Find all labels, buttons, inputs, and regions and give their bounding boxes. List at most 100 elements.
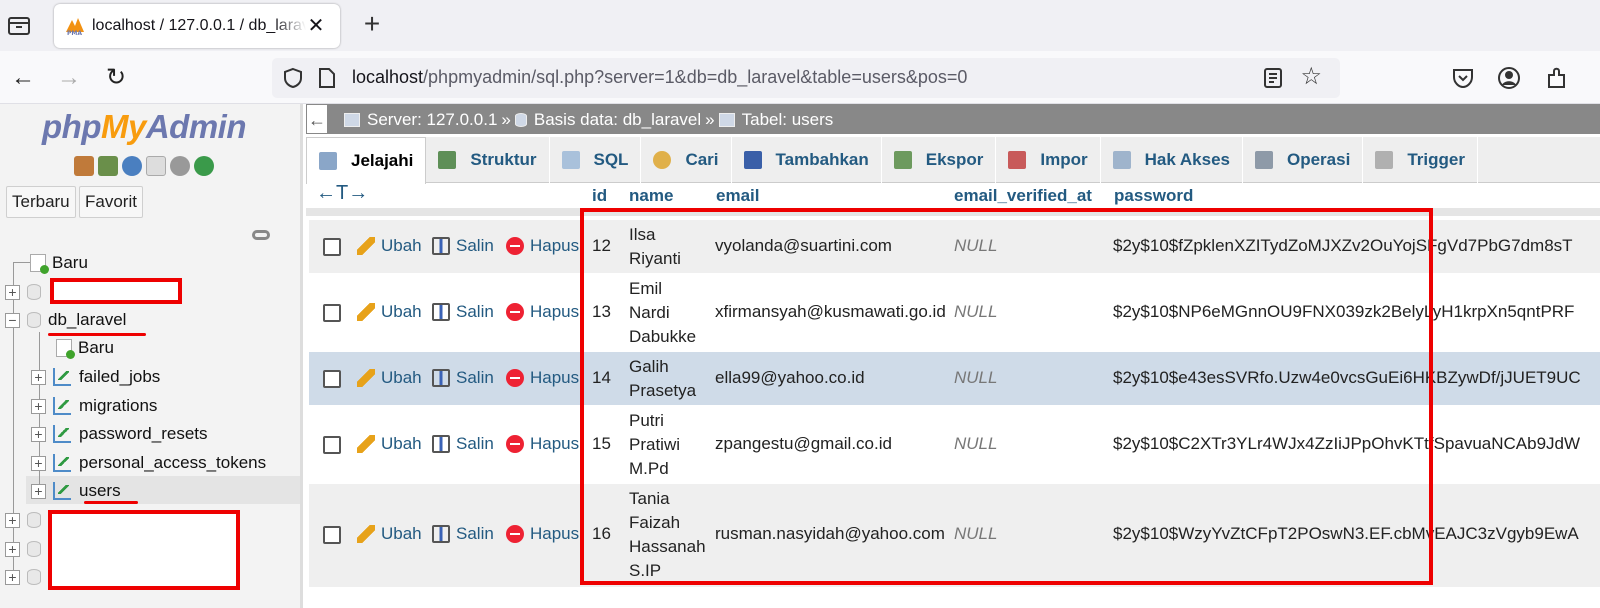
expand-icon[interactable]: +	[31, 426, 46, 442]
forward-arrow-icon[interactable]: →	[56, 65, 82, 91]
delete-link[interactable]: Hapus	[506, 434, 579, 454]
breadcrumb-database[interactable]: Basis data: db_laravel	[534, 110, 701, 130]
tab-sql[interactable]: SQL	[550, 137, 642, 183]
delete-link[interactable]: Hapus	[506, 524, 579, 544]
bookmark-star-icon[interactable]: ☆	[1300, 65, 1322, 89]
new-tab-button[interactable]: +	[358, 10, 386, 38]
reader-view-icon[interactable]	[1262, 67, 1284, 89]
help-icon[interactable]	[122, 156, 142, 176]
row-checkbox[interactable]	[323, 436, 341, 454]
tree-item-table[interactable]: + failed_jobs	[31, 364, 160, 390]
delete-link[interactable]: Hapus	[506, 302, 579, 322]
edit-link[interactable]: Ubah	[357, 236, 422, 256]
tab-browse[interactable]: Jelajahi	[306, 137, 427, 184]
tree-item-table[interactable]: + migrations	[31, 393, 157, 419]
column-header-id[interactable]: id	[592, 186, 607, 206]
copy-link[interactable]: Salin	[432, 302, 494, 322]
copy-label: Salin	[456, 524, 494, 543]
table-label: personal_access_tokens	[79, 453, 267, 472]
breadcrumb-table[interactable]: Tabel: users	[742, 110, 834, 130]
expand-icon[interactable]: +	[31, 369, 46, 385]
settings-gear-icon[interactable]	[170, 156, 190, 176]
column-arrows[interactable]: ←T→	[316, 182, 368, 205]
tab-operations[interactable]: Operasi	[1243, 137, 1364, 183]
expand-icon[interactable]: +	[5, 569, 20, 585]
url-text[interactable]: localhost/phpmyadmin/sql.php?server=1&db…	[352, 67, 967, 88]
collapse-nav-button[interactable]: ←	[306, 104, 328, 134]
tree-item-table[interactable]: + password_resets	[31, 421, 208, 447]
tab-list-icon[interactable]	[6, 12, 32, 38]
expand-icon[interactable]: +	[5, 284, 20, 300]
home-icon[interactable]	[74, 156, 94, 176]
logout-icon[interactable]	[98, 156, 118, 176]
column-header-name[interactable]: name	[629, 186, 673, 206]
tab-search[interactable]: Cari	[641, 137, 732, 183]
row-checkbox[interactable]	[323, 370, 341, 388]
account-icon[interactable]	[1496, 65, 1522, 91]
copy-link[interactable]: Salin	[432, 368, 494, 388]
cell-verified: NULL	[954, 524, 998, 543]
column-header-password[interactable]: password	[1114, 186, 1193, 206]
edit-link[interactable]: Ubah	[357, 368, 422, 388]
phpmyadmin-logo[interactable]: phpMyAdmin	[42, 108, 247, 146]
tree-item-db-redacted[interactable]: +	[5, 507, 48, 533]
column-header-email[interactable]: email	[716, 186, 759, 206]
link-with-main-icon[interactable]	[252, 230, 270, 240]
delete-link[interactable]: Hapus	[506, 368, 579, 388]
reload-nav-icon[interactable]	[194, 156, 214, 176]
database-icon	[514, 113, 527, 127]
row-checkbox[interactable]	[323, 304, 341, 322]
extensions-icon[interactable]	[1544, 65, 1570, 91]
recent-button[interactable]: Terbaru	[6, 186, 76, 218]
row-checkbox[interactable]	[323, 238, 341, 256]
docs-icon[interactable]	[146, 156, 166, 176]
reload-icon[interactable]: ↻	[103, 65, 129, 91]
page-info-icon[interactable]	[318, 67, 336, 89]
tree-item-db-redacted[interactable]: +	[5, 279, 48, 305]
browser-tab-active[interactable]: PMA localhost / 127.0.0.1 / db_laravel ✕	[54, 4, 340, 48]
table-row: Ubah Salin Hapus 15 Putri Pratiwi M.Pd z…	[309, 405, 1600, 483]
tree-item-db-laravel[interactable]: − db_laravel	[5, 307, 126, 333]
delete-label: Hapus	[530, 434, 580, 453]
edit-link[interactable]: Ubah	[357, 302, 422, 322]
tab-close-icon[interactable]: ✕	[306, 16, 326, 36]
expand-icon[interactable]: +	[5, 512, 20, 528]
tree-item-table-new[interactable]: Baru	[56, 335, 114, 361]
tree-item-db-redacted[interactable]: +	[5, 536, 48, 562]
favorites-button[interactable]: Favorit	[79, 186, 143, 218]
tree-item-new[interactable]: Baru	[30, 250, 88, 276]
expand-icon[interactable]: +	[31, 455, 46, 471]
tab-privileges[interactable]: Hak Akses	[1101, 137, 1243, 183]
row-checkbox[interactable]	[323, 526, 341, 544]
expand-icon[interactable]: +	[31, 398, 46, 414]
column-header-email-verified-at[interactable]: email_verified_at	[954, 186, 1092, 206]
tab-label: Cari	[685, 150, 719, 169]
delete-link[interactable]: Hapus	[506, 236, 579, 256]
copy-link[interactable]: Salin	[432, 236, 494, 256]
tab-export[interactable]: Ekspor	[882, 137, 997, 183]
tracking-shield-icon[interactable]	[282, 67, 304, 89]
edit-link[interactable]: Ubah	[357, 434, 422, 454]
expand-icon[interactable]: +	[31, 483, 46, 499]
expand-icon[interactable]: +	[5, 541, 20, 557]
back-arrow-icon[interactable]: ←	[10, 65, 36, 91]
sql-icon	[561, 151, 580, 169]
copy-icon	[432, 435, 450, 453]
delete-icon	[506, 369, 524, 387]
address-bar[interactable]: localhost/phpmyadmin/sql.php?server=1&db…	[272, 58, 1340, 98]
breadcrumb-server[interactable]: Server: 127.0.0.1	[367, 110, 497, 130]
pocket-icon[interactable]	[1450, 65, 1476, 91]
collapse-icon[interactable]: −	[5, 312, 20, 328]
cell-verified: NULL	[954, 236, 998, 255]
tab-import[interactable]: Impor	[996, 137, 1101, 183]
copy-link[interactable]: Salin	[432, 524, 494, 544]
tab-triggers[interactable]: Trigger	[1363, 137, 1478, 183]
insert-icon	[743, 151, 762, 169]
edit-link[interactable]: Ubah	[357, 524, 422, 544]
tree-item-db-redacted[interactable]: +	[5, 564, 48, 590]
copy-link[interactable]: Salin	[432, 434, 494, 454]
tab-insert[interactable]: Tambahkan	[732, 137, 882, 183]
privileges-icon	[1112, 151, 1131, 169]
tab-structure[interactable]: Struktur	[426, 137, 550, 183]
tree-item-table[interactable]: + personal_access_tokens	[31, 450, 266, 476]
